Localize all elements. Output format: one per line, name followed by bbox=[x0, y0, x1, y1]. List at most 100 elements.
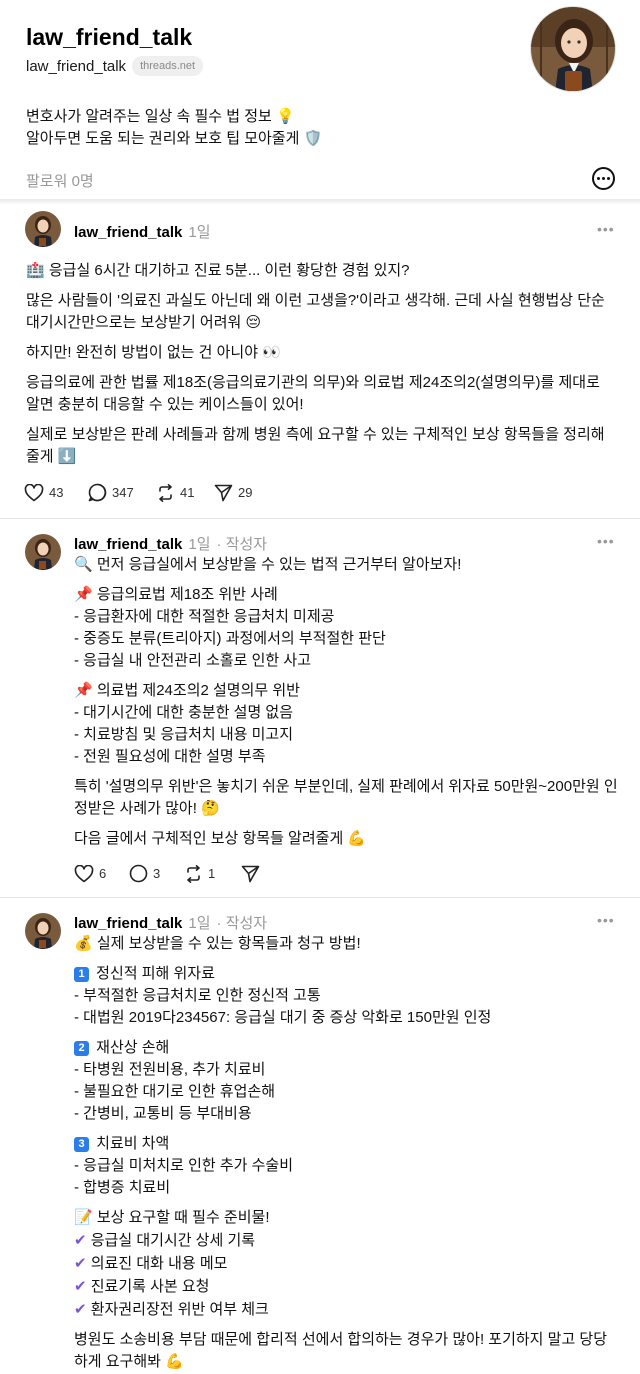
section-title: 📌 응급의료법 제18조 위반 사례 bbox=[74, 586, 278, 603]
profile-avatar[interactable] bbox=[530, 6, 616, 92]
section-title: 1 정신적 피해 위자료 bbox=[74, 963, 619, 985]
keycap-one-icon: 1 bbox=[74, 967, 89, 982]
checklist-item: ✔ 응급실 대기시간 상세 기록 bbox=[74, 1229, 619, 1252]
section-title: 📝 보상 요구할 때 필수 준비물! bbox=[74, 1209, 270, 1226]
list-item: - 타병원 전원비용, 추가 치료비 bbox=[74, 1061, 266, 1078]
post-text: 💰 실제 보상받을 수 있는 항목들과 청구 방법! bbox=[74, 935, 361, 952]
repost-count: 1 bbox=[208, 866, 216, 881]
checklist-item: ✔ 환자권리장전 위반 여부 체크 bbox=[74, 1298, 619, 1321]
post-body: 💰 실제 보상받을 수 있는 항목들과 청구 방법! 1 정신적 피해 위자료 … bbox=[74, 933, 619, 1373]
post-text: 많은 사람들이 '의료진 과실도 아닌데 왜 이런 고생을?'이라고 생각해. … bbox=[26, 292, 605, 331]
thread-post: law_friend_talk 1일 · 작성자 ••• 🔍 먼저 응급실에서 … bbox=[0, 518, 640, 897]
post-text: 다음 글에서 구체적인 보상 항목들 알려줄게 💪 bbox=[74, 830, 367, 847]
lawyer-avatar-image bbox=[25, 913, 61, 949]
post-actions: 43 347 41 29 bbox=[24, 483, 252, 502]
section-title: 2 재산상 손해 bbox=[74, 1037, 619, 1059]
post-meta: law_friend_talk 1일 bbox=[74, 221, 211, 242]
share-button[interactable]: 29 bbox=[214, 484, 252, 502]
followers-count[interactable]: 팔로워 0명 bbox=[26, 170, 94, 191]
list-item: - 중증도 분류(트리아지) 과정에서의 부적절한 판단 bbox=[74, 630, 386, 647]
check-mark-icon: ✔ bbox=[74, 1300, 87, 1318]
repost-icon bbox=[159, 483, 172, 502]
list-item: - 합병증 치료비 bbox=[74, 1179, 171, 1196]
section-title: 3 치료비 차액 bbox=[74, 1133, 619, 1155]
checklist-item: ✔ 진료기록 사본 요청 bbox=[74, 1275, 619, 1298]
list-item: - 응급실 내 안전관리 소홀로 인한 사고 bbox=[74, 652, 312, 669]
post-text: 하지만! 완전히 방법이 없는 건 아니야 👀 bbox=[26, 344, 281, 361]
heart-icon bbox=[74, 864, 94, 882]
post-text: 특히 '설명의무 위반'은 놓치기 쉬운 부분인데, 실제 판례에서 위자료 5… bbox=[74, 778, 618, 817]
post-body: 🏥 응급실 6시간 대기하고 진료 5분... 이런 황당한 경험 있지? 많은… bbox=[26, 260, 616, 476]
keycap-three-icon: 3 bbox=[74, 1137, 89, 1152]
reply-count: 347 bbox=[112, 485, 134, 500]
reply-button[interactable]: 347 bbox=[88, 483, 156, 502]
list-item: - 부적절한 응급처치로 인한 정신적 고통 bbox=[74, 987, 321, 1004]
profile-name: law_friend_talk bbox=[26, 24, 193, 50]
list-item: - 치료방침 및 응급처치 내용 미고지 bbox=[74, 726, 294, 743]
heart-icon bbox=[24, 483, 44, 501]
bio-line: 알아두면 도움 되는 권리와 보호 팁 모아줄게 🛡️ bbox=[26, 130, 323, 147]
checklist-text: 응급실 대기시간 상세 기록 bbox=[90, 1232, 256, 1249]
list-item: - 대법원 2019다234567: 응급실 대기 중 증상 악화로 150만원… bbox=[74, 1009, 492, 1026]
section-title-text: 재산상 손해 bbox=[96, 1039, 170, 1056]
check-mark-icon: ✔ bbox=[74, 1254, 87, 1272]
more-options-icon[interactable] bbox=[592, 167, 615, 190]
section-title-text: 치료비 차액 bbox=[96, 1135, 170, 1152]
avatar[interactable] bbox=[25, 913, 61, 949]
post-actions: 6 3 1 bbox=[74, 864, 260, 883]
section-title: 📌 의료법 제24조의2 설명의무 위반 bbox=[74, 682, 300, 699]
avatar[interactable] bbox=[25, 534, 61, 570]
list-item: - 전원 필요성에 대한 설명 부족 bbox=[74, 748, 266, 765]
section-title-text: 정신적 피해 위자료 bbox=[96, 965, 215, 982]
like-count: 6 bbox=[99, 866, 107, 881]
share-icon bbox=[214, 484, 233, 501]
post-more-icon[interactable]: ••• bbox=[597, 533, 615, 549]
profile-handle: law_friend_talk bbox=[26, 57, 127, 75]
list-item: - 응급실 미처치로 인한 추가 수술비 bbox=[74, 1157, 294, 1174]
thread-post: law_friend_talk 1일 ••• 🏥 응급실 6시간 대기하고 진료… bbox=[0, 200, 640, 518]
domain-chip[interactable]: threads.net bbox=[132, 56, 204, 76]
checklist-item: ✔ 의료진 대화 내용 메모 bbox=[74, 1252, 619, 1275]
comment-icon bbox=[88, 483, 107, 502]
post-text: 실제로 보상받은 판례 사례들과 함께 병원 측에 요구할 수 있는 구체적인 … bbox=[26, 426, 605, 465]
handle-row: law_friend_talk threads.net bbox=[26, 56, 204, 76]
repost-button[interactable]: 1 bbox=[184, 864, 241, 883]
post-username[interactable]: law_friend_talk bbox=[74, 536, 182, 553]
post-username[interactable]: law_friend_talk bbox=[74, 915, 182, 932]
like-button[interactable]: 43 bbox=[24, 483, 88, 502]
like-count: 43 bbox=[49, 485, 64, 500]
list-item: - 불필요한 대기로 인한 휴업손해 bbox=[74, 1083, 276, 1100]
like-button[interactable]: 6 bbox=[74, 864, 129, 883]
post-time[interactable]: 1일 bbox=[188, 221, 210, 242]
author-badge: · 작성자 bbox=[216, 915, 268, 932]
post-username[interactable]: law_friend_talk bbox=[74, 224, 182, 241]
checklist-text: 환자권리장전 위반 여부 체크 bbox=[90, 1301, 269, 1318]
post-more-icon[interactable]: ••• bbox=[597, 912, 615, 928]
post-more-icon[interactable]: ••• bbox=[597, 221, 615, 237]
repost-button[interactable]: 41 bbox=[156, 483, 214, 502]
post-text: 응급의료에 관한 법률 제18조(응급의료기관의 의무)와 의료법 제24조의2… bbox=[26, 374, 600, 413]
repost-icon bbox=[187, 864, 200, 883]
post-time[interactable]: 1일 bbox=[188, 912, 210, 933]
avatar[interactable] bbox=[25, 211, 61, 247]
post-time[interactable]: 1일 bbox=[188, 533, 210, 554]
checklist-text: 진료기록 사본 요청 bbox=[90, 1278, 210, 1295]
comment-icon bbox=[129, 864, 148, 883]
checklist-text: 의료진 대화 내용 메모 bbox=[90, 1255, 228, 1272]
thread-post: law_friend_talk 1일 · 작성자 ••• 💰 실제 보상받을 수… bbox=[0, 897, 640, 1374]
repost-count: 41 bbox=[180, 485, 195, 500]
bio-line: 변호사가 알려주는 일상 속 필수 법 정보 💡 bbox=[26, 108, 295, 125]
reply-button[interactable]: 3 bbox=[129, 864, 184, 883]
share-button[interactable] bbox=[241, 865, 260, 883]
share-count: 29 bbox=[238, 485, 253, 500]
profile-header: law_friend_talk law_friend_talk threads.… bbox=[0, 0, 640, 200]
share-icon bbox=[241, 865, 260, 882]
lawyer-avatar-image bbox=[25, 211, 61, 247]
list-item: - 응급환자에 대한 적절한 응급처치 미제공 bbox=[74, 608, 335, 625]
author-badge: · 작성자 bbox=[216, 536, 268, 553]
check-mark-icon: ✔ bbox=[74, 1231, 87, 1249]
list-item: - 대기시간에 대한 충분한 설명 없음 bbox=[74, 704, 294, 721]
profile-bio: 변호사가 알려주는 일상 속 필수 법 정보 💡 알아두면 도움 되는 권리와 … bbox=[26, 106, 322, 150]
post-text: 🔍 먼저 응급실에서 보상받을 수 있는 법적 근거부터 알아보자! bbox=[74, 556, 462, 573]
keycap-two-icon: 2 bbox=[74, 1041, 89, 1056]
